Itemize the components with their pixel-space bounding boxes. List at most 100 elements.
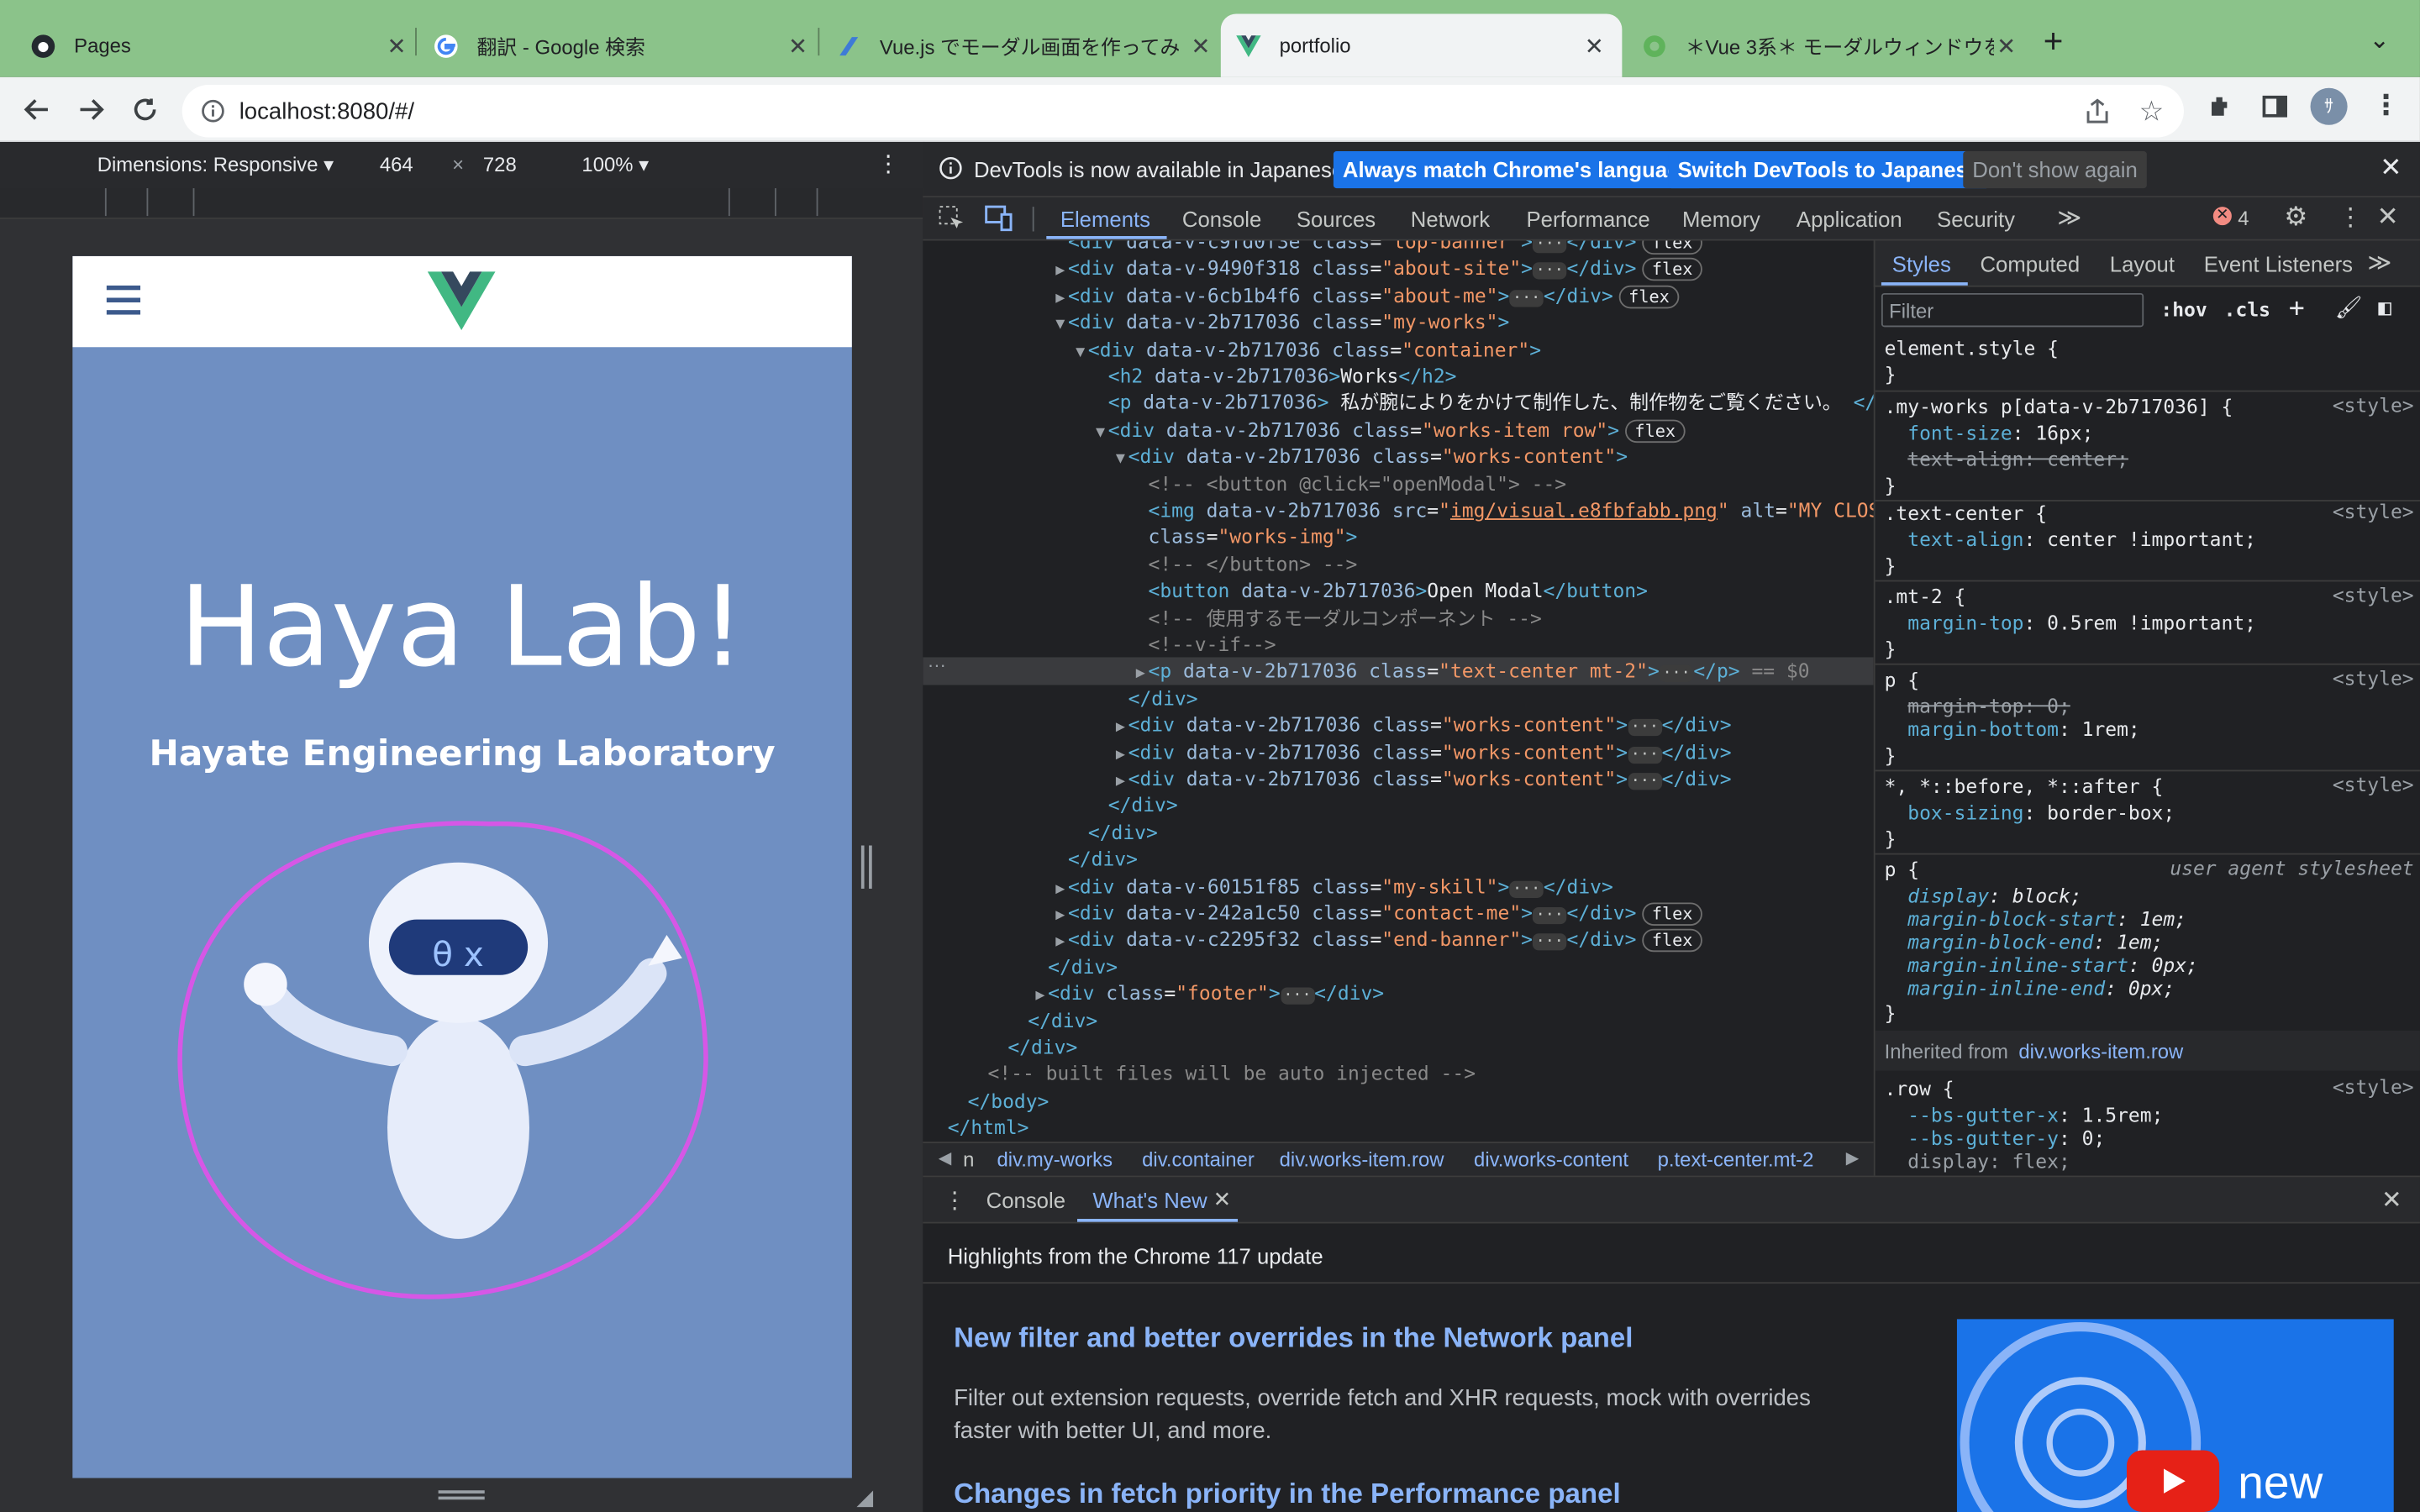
height-input[interactable]: 728 [483,153,517,176]
tab-translate[interactable]: 翻訳 - Google 検索 ✕ [434,14,810,77]
dom-tree-node[interactable]: ▼ <div data-v-2b717036 class="container"> [923,336,1873,363]
expand-toggle-icon[interactable]: ▶ [923,258,1068,285]
dom-tree-node[interactable]: class="works-img"> [923,523,1873,550]
settings-gear-icon[interactable]: ⚙ [2284,202,2307,234]
dom-tree-node[interactable]: <img data-v-2b717036 src="img/visual.e8f… [923,496,1874,523]
tab-portfolio[interactable]: portfolio ✕ [1220,13,1623,77]
dom-tree-node[interactable]: <!-- </button> --> [923,550,1873,577]
dom-tree-node[interactable]: </div> [923,685,1873,711]
tab-search-icon[interactable]: ⌄ [2369,24,2390,55]
expand-toggle-icon[interactable]: ▶ [923,742,1128,769]
expand-toggle-icon[interactable]: ▶ [923,983,1048,1010]
extensions-icon[interactable] [2207,92,2234,128]
expand-toggle-icon[interactable]: ▶ [923,769,1128,795]
inherited-from-link[interactable]: div.works-item.row [2018,1040,2183,1063]
close-drawer-icon[interactable]: ✕ [2381,1185,2402,1216]
cls-toggle[interactable]: .cls [2224,297,2270,321]
tab-vue-modal[interactable]: Vue.js でモーダル画面を作ってみ ✕ [836,14,1213,77]
error-icon[interactable]: ✕ [2212,207,2232,226]
tab-memory[interactable]: Memory [1682,207,1760,231]
drawer-menu-icon[interactable]: ⋮ [943,1186,966,1214]
dom-tree-node[interactable]: <div data-v-c9fd0f3e class="top-banner">… [923,240,1873,255]
crumb-item[interactable]: n [963,1148,974,1172]
tab-computed[interactable]: Computed [1980,251,2080,276]
close-icon[interactable]: ✕ [786,32,810,59]
crumb-item[interactable]: div.works-content [1474,1148,1628,1172]
expand-toggle-icon[interactable]: ▼ [923,312,1068,339]
expand-toggle-icon[interactable]: ▶ [923,661,1148,688]
more-tabs-icon[interactable]: ≫ [2057,203,2081,231]
info-icon[interactable] [201,99,225,132]
dom-tree-node[interactable]: ▶ <div data-v-6cb1b4f6 class="about-me"> ·… [923,282,1873,309]
tab-console[interactable]: Console [1182,207,1261,231]
share-icon[interactable] [2085,97,2109,133]
dom-tree-node[interactable]: ▼ <div data-v-2b717036 class="works-conte… [923,443,1873,470]
dom-tree-node[interactable]: ▶ <div data-v-2b717036 class="works-conte… [923,738,1873,765]
crumb-left-icon[interactable]: ◀ [939,1148,952,1168]
hamburger-menu-icon[interactable] [106,285,141,323]
dom-tree-node[interactable]: </body> [923,1088,1873,1115]
feature-heading-network[interactable]: New filter and better overrides in the N… [954,1322,1633,1355]
resize-handle-bottom[interactable] [438,1490,485,1500]
dom-tree-node[interactable]: ▶ <p data-v-2b717036 class="text-center m… [923,658,1874,688]
close-icon[interactable]: ✕ [2380,153,2402,184]
device-toggle-icon[interactable] [985,205,1013,236]
close-icon[interactable]: ✕ [1188,32,1213,59]
paint-icon[interactable]: 🖌 [2335,297,2363,321]
tab-performance[interactable]: Performance [1526,207,1649,231]
hov-toggle[interactable]: :hov [2160,297,2207,321]
expand-toggle-icon[interactable]: ▶ [923,715,1128,742]
dom-tree-node[interactable]: <p data-v-2b717036> 私が腕によりをかけて制作した、制作物をご… [923,390,1874,417]
dom-tree-node[interactable]: </div> [923,846,1873,873]
reload-icon[interactable] [125,90,166,130]
node-actions-icon[interactable]: ··· [928,654,946,676]
new-rule-icon[interactable]: + [2289,293,2305,324]
dont-show-again-button[interactable]: Don't show again [1963,150,2147,189]
dom-tree-node[interactable]: <button data-v-2b717036>Open Modal</butt… [923,577,1873,604]
back-icon[interactable] [17,90,57,130]
crumb-item[interactable]: div.works-item.row [1280,1148,1444,1172]
expand-toggle-icon[interactable]: ▶ [923,902,1068,929]
tab-event-listeners[interactable]: Event Listeners [2204,251,2353,276]
dom-tree-node[interactable]: </div> [923,953,1873,980]
expand-toggle-icon[interactable]: ▼ [923,419,1107,446]
tab-sources[interactable]: Sources [1297,207,1376,231]
dom-tree-node[interactable]: </div> [923,819,1873,846]
dom-tree-node[interactable]: <!--v-if--> [923,631,1873,658]
forward-icon[interactable] [71,90,111,130]
resize-handle-right[interactable] [860,845,872,889]
dom-tree-node[interactable]: ▶ <div data-v-c2295f32 class="end-banner"… [923,927,1873,953]
resize-corner-icon[interactable]: ◢ [856,1484,873,1510]
youtube-play-icon[interactable] [2126,1450,2220,1512]
address-bar[interactable]: localhost:8080/#/ ☆ [182,85,2184,138]
tab-network[interactable]: Network [1411,207,1490,231]
dom-tree-node[interactable]: ▶ <div data-v-9490f318 class="about-site"… [923,255,1873,282]
profile-avatar[interactable]: ｻ [2310,87,2348,125]
tab-application[interactable]: Application [1797,207,1902,231]
dom-tree-node[interactable]: <h2 data-v-2b717036>Works</h2> [923,363,1873,390]
dom-tree-node[interactable]: ▶ <div data-v-60151f85 class="my-skill"> ·… [923,873,1873,900]
device-more-icon[interactable]: ⋮ [876,150,900,177]
expand-toggle-icon[interactable]: ▶ [923,285,1068,312]
zoom-dropdown[interactable]: 100% ▾ [581,153,649,177]
styles-filter-input[interactable]: Filter [1881,292,2144,328]
dom-tree-node[interactable]: </div> [923,1034,1873,1061]
drawer-tab-whats-new[interactable]: What's New [1092,1188,1207,1212]
width-input[interactable]: 464 [380,153,413,176]
inspect-element-icon[interactable] [939,205,965,236]
expand-toggle-icon[interactable]: ▶ [923,875,1068,902]
dom-tree-node[interactable]: <!-- <button @click="openModal"> --> [923,470,1873,496]
drawer-tab-console[interactable]: Console [986,1188,1065,1212]
dom-tree[interactable]: <div data-v-c9fd0f3e class="top-banner">… [923,240,1874,1142]
crumb-item[interactable]: div.my-works [997,1148,1113,1172]
more-tabs-icon[interactable]: ≫ [2367,249,2391,276]
crumb-item[interactable]: p.text-center.mt-2 [1658,1148,1814,1172]
expand-toggle-icon[interactable]: ▼ [923,339,1088,365]
tab-layout[interactable]: Layout [2110,251,2175,276]
dom-tree-node[interactable]: </div> [923,792,1873,819]
close-icon[interactable]: ✕ [384,32,408,59]
close-tab-icon[interactable]: ✕ [1213,1186,1232,1212]
dom-tree-node[interactable]: <!-- 使用するモーダルコンポーネント --> [923,604,1873,631]
close-icon[interactable]: ✕ [1994,32,2018,59]
tab-vue3-modal[interactable]: ＊Vue 3系＊ モーダルウィンドウを ✕ [1642,14,2018,77]
